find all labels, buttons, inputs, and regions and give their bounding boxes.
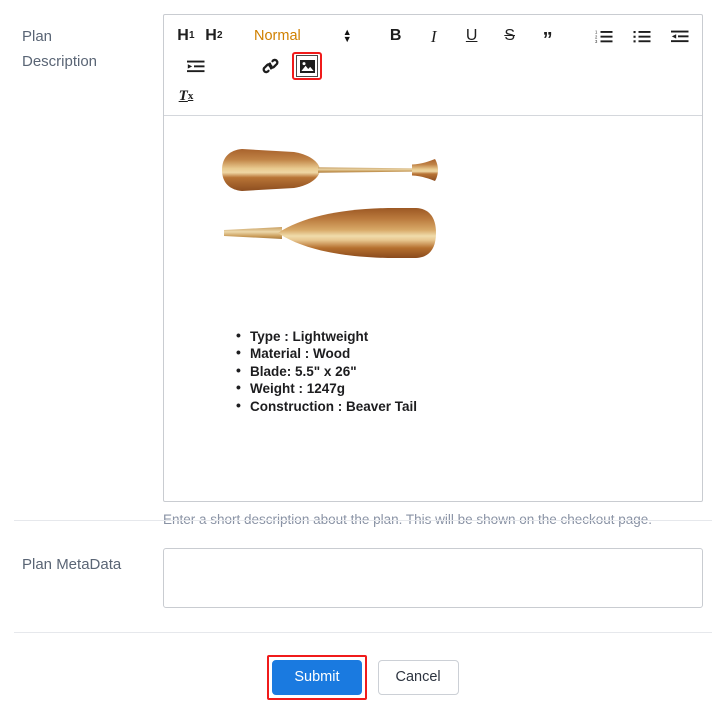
plan-description-label: Plan Description — [22, 24, 163, 74]
spec-item: Blade: 5.5" x 26" — [236, 362, 688, 380]
ordered-list-button[interactable]: 1 2 3 — [592, 24, 616, 48]
plan-metadata-row: Plan MetaData — [0, 540, 726, 613]
font-size-picker-value: Normal — [254, 28, 301, 44]
italic-button[interactable]: I — [422, 24, 446, 48]
font-size-picker[interactable]: Normal ▲ ▼ — [248, 28, 352, 45]
clear-formatting-sub: x — [187, 89, 194, 102]
strikethrough-label: S — [504, 27, 515, 44]
heading-1-sub: 1 — [189, 30, 195, 41]
link-button[interactable] — [258, 54, 282, 78]
cancel-button[interactable]: Cancel — [377, 660, 459, 695]
paddle-bottom-illustration — [224, 208, 436, 258]
section-divider-bottom — [14, 632, 712, 633]
plan-description-label-col: Plan Description — [0, 0, 163, 74]
spec-item: Construction : Beaver Tail — [236, 397, 688, 415]
paddle-top-illustration — [222, 149, 438, 191]
insert-image-button[interactable] — [294, 54, 320, 78]
blockquote-button[interactable]: ” — [536, 24, 560, 51]
outdent-button[interactable] — [668, 24, 692, 48]
heading-2-sub: 2 — [217, 30, 223, 41]
rich-text-editor[interactable]: H1 H2 Normal ▲ ▼ B I U S ” 1 2 3 T x • T… — [163, 14, 703, 502]
heading-2-button[interactable]: H2 — [202, 24, 226, 48]
plan-description-field-col: H1 H2 Normal ▲ ▼ B I U S ” 1 2 3 T x • T… — [163, 0, 726, 529]
plan-description-label-line2: Description — [22, 53, 98, 70]
editor-toolbar-row-1: H1 H2 Normal ▲ ▼ B I U S ” 1 2 3 — [172, 21, 694, 81]
underline-button[interactable]: U — [460, 24, 484, 48]
plan-form-page: Plan Description H1 H2 Normal ▲ ▼ B I U … — [0, 0, 726, 716]
plan-description-label-line1: Plan — [22, 28, 53, 45]
image-icon — [296, 55, 318, 77]
editor-toolbar-row-2: Tx — [172, 81, 694, 111]
spec-item: Type : Lightweight — [236, 327, 688, 345]
section-divider-top — [14, 520, 712, 521]
indent-button[interactable] — [184, 54, 208, 78]
clear-formatting-label: T — [178, 87, 188, 104]
bold-label: B — [389, 27, 402, 44]
strikethrough-button[interactable]: S — [498, 24, 522, 48]
ordered-list-icon: 1 2 3 — [595, 29, 613, 44]
form-actions: Submit Cancel — [0, 655, 726, 700]
indent-icon — [187, 59, 205, 74]
image-button-highlight — [292, 52, 322, 80]
svg-text:3: 3 — [595, 39, 598, 44]
plan-metadata-field-col — [163, 540, 726, 613]
bullet-list-button[interactable] — [630, 24, 654, 48]
italic-label: I — [430, 26, 437, 46]
underline-label: U — [465, 27, 478, 44]
submit-button-highlight: Submit — [267, 655, 367, 700]
bullet-list-icon — [633, 29, 651, 44]
heading-1-label: H — [177, 27, 189, 44]
chevron-down-glyph: ▼ — [342, 34, 352, 44]
rich-text-editor-wrapper: H1 H2 Normal ▲ ▼ B I U S ” 1 2 3 T x • T… — [163, 14, 703, 502]
spec-list: Type : Lightweight Material : Wood Blade… — [236, 327, 688, 415]
editor-toolbar: H1 H2 Normal ▲ ▼ B I U S ” 1 2 3 T x — [164, 15, 702, 116]
bold-button[interactable]: B — [384, 24, 408, 48]
link-icon — [262, 58, 279, 74]
spec-item: Weight : 1247g — [236, 379, 688, 397]
outdent-icon — [670, 29, 689, 44]
submit-button[interactable]: Submit — [272, 660, 362, 695]
plan-metadata-label: Plan MetaData — [22, 556, 122, 573]
editor-content-area[interactable]: Type : Lightweight Material : Wood Blade… — [164, 116, 702, 501]
heading-2-label: H — [205, 27, 217, 44]
blockquote-label: ” — [542, 29, 553, 51]
plan-metadata-label-col: Plan MetaData — [0, 540, 163, 577]
heading-1-button[interactable]: H1 — [174, 24, 198, 48]
plan-description-row: Plan Description H1 H2 Normal ▲ ▼ B I U … — [0, 0, 726, 529]
clear-formatting-button[interactable]: Tx — [174, 84, 198, 108]
paddle-image — [216, 146, 688, 286]
plan-metadata-input[interactable] — [163, 548, 703, 608]
spec-item: Material : Wood — [236, 344, 688, 362]
chevron-updown-icon: ▲ ▼ — [342, 28, 352, 44]
